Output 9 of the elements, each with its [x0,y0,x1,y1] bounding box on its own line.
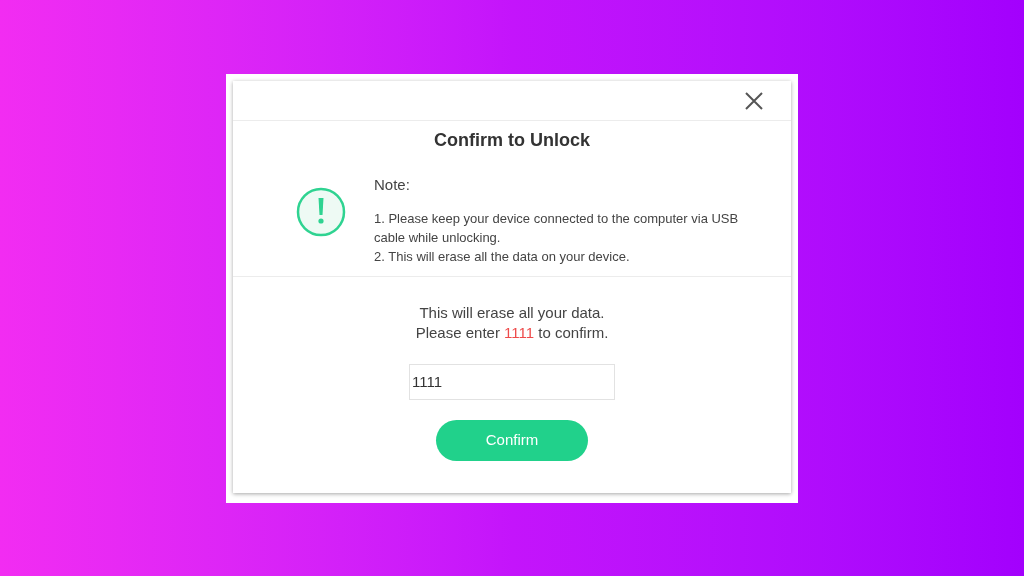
exclamation-icon [296,187,346,237]
note-text: 1. Please keep your device connected to the computer via USB cable while unlocking. [374,209,740,247]
confirm-instruction: Please enter 1111 to confirm. [415,322,609,343]
code-input-field[interactable]: 1111 [409,363,615,400]
note-text: 2. This will erase all the data on your device. [374,247,631,266]
close-button[interactable] [743,89,765,112]
note-heading: Note: [374,175,411,195]
warning-text: This will erase all your data. [419,302,605,323]
dialog-title: Confirm to Unlock [434,129,590,152]
